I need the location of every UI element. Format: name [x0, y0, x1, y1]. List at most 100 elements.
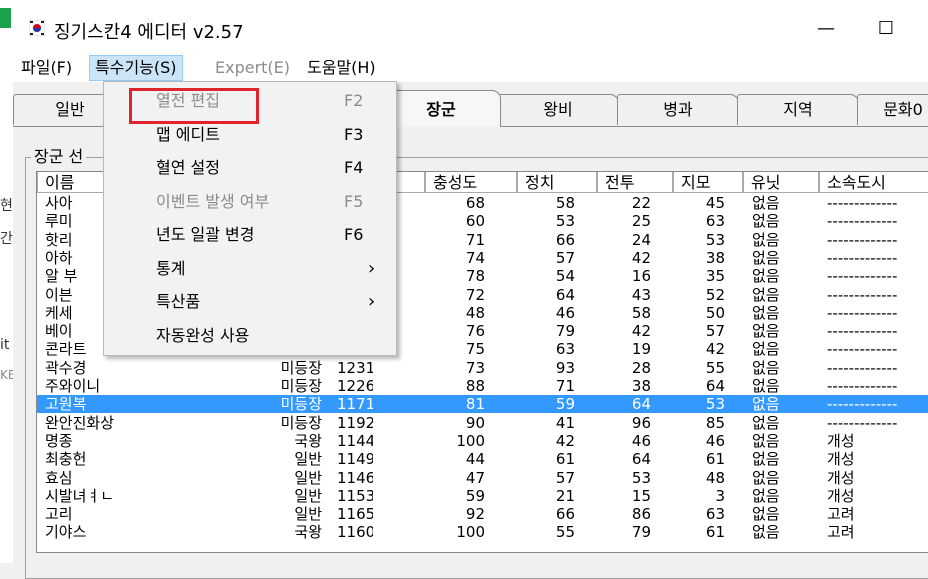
dropdown-item[interactable]: 자동완성 사용: [104, 319, 396, 352]
cell-politics: 93: [555, 358, 575, 377]
cell-battle: 19: [631, 340, 651, 359]
cell-unit: 없음: [752, 194, 780, 212]
cell-unit: 없음: [752, 303, 780, 322]
cell-battle: 64: [631, 395, 651, 414]
column-header-loyalty[interactable]: 충성도: [425, 172, 517, 193]
table-row[interactable]: 기야스 국왕 1160 100 55 79 61 없음 고려: [37, 523, 928, 541]
cell-loyalty: 100: [456, 431, 485, 450]
table-row[interactable]: 최충헌 일반 1149 44 61 64 61 없음 개성: [37, 450, 928, 468]
cell-wisdom: 45: [705, 194, 725, 212]
table-row[interactable]: 고리 일반 1165 92 66 86 63 없음 고려: [37, 505, 928, 523]
menu-file[interactable]: 파일(F): [16, 56, 77, 80]
menu-help[interactable]: 도움말(H): [302, 56, 381, 80]
menu-bar: 파일(F) 특수기능(S) Expert(E) 도움말(H): [13, 52, 928, 82]
dropdown-item-shortcut: F4: [344, 158, 364, 177]
table-row[interactable]: 고원복 미등장 1171 81 59 64 53 없음 -------------: [37, 395, 928, 414]
cell-battle: 25: [631, 212, 651, 231]
cell-politics: 64: [555, 285, 575, 304]
cell-unit: 없음: [752, 377, 780, 395]
cell-city: -------------: [827, 194, 898, 212]
tab-generals[interactable]: 장군: [381, 90, 501, 127]
title-bar: 징기스칸4 에디터 v2.57 — ☐: [13, 0, 928, 52]
cell-unit: 없음: [752, 358, 780, 377]
cell-name: 효심: [45, 468, 73, 487]
tab-troops[interactable]: 병과: [617, 94, 739, 125]
table-row[interactable]: 주와이니 미등장 1226 88 71 38 64 없음 -------------: [37, 377, 928, 395]
dropdown-item[interactable]: 이벤트 발생 여부 F5: [104, 185, 396, 218]
cell-politics: 57: [555, 468, 575, 487]
background-text: 현: [0, 198, 13, 214]
menu-expert[interactable]: Expert(E): [210, 56, 295, 80]
group-label: 장군 선: [31, 143, 87, 167]
cell-loyalty: 74: [465, 248, 485, 267]
cell-wisdom: 57: [705, 322, 725, 341]
cell-name: 곽수경: [45, 358, 87, 377]
cell-wisdom: 53: [705, 395, 725, 414]
cell-status: 미등장: [280, 413, 322, 432]
dropdown-item[interactable]: 년도 일괄 변경 F6: [104, 218, 396, 251]
cell-politics: 55: [555, 523, 575, 542]
cell-year: 1153: [337, 486, 373, 505]
cell-wisdom: 53: [705, 230, 725, 249]
dropdown-item-shortcut: F3: [344, 124, 364, 144]
cell-city: 고려: [827, 523, 855, 542]
table-row[interactable]: 명종 국왕 1144 100 42 46 46 없음 개성: [37, 432, 928, 450]
column-header-politics[interactable]: 정치: [517, 172, 597, 193]
tab-queens[interactable]: 왕비: [497, 94, 619, 125]
dropdown-item[interactable]: 특산품 ›: [104, 285, 396, 318]
cell-unit: 없음: [752, 267, 780, 286]
tab-culture[interactable]: 문화0: [857, 94, 928, 125]
cell-loyalty: 88: [465, 377, 485, 395]
column-header-wisdom[interactable]: 지모: [673, 172, 743, 193]
maximize-button[interactable]: ☐: [863, 14, 909, 44]
cell-politics: 66: [555, 505, 575, 524]
cell-year: 1165: [337, 505, 373, 524]
cell-unit: 없음: [752, 523, 780, 542]
cell-wisdom: 48: [705, 468, 725, 487]
cell-city: 개성: [827, 468, 855, 487]
cell-battle: 43: [631, 285, 651, 304]
cell-loyalty: 47: [465, 468, 485, 487]
cell-unit: 없음: [752, 395, 780, 414]
cell-loyalty: 59: [465, 486, 485, 505]
cell-battle: 42: [631, 248, 651, 267]
cell-name: 기야스: [45, 523, 87, 542]
cell-battle: 53: [631, 468, 651, 487]
table-row[interactable]: 효심 일반 1146 47 57 53 48 없음 개성: [37, 469, 928, 487]
cell-year: 1226: [337, 377, 373, 395]
table-row[interactable]: 완안진화상 미등장 1192 90 41 96 85 없음 -------------: [37, 414, 928, 432]
column-header-unit[interactable]: 유닛: [743, 172, 819, 193]
cell-politics: 54: [555, 267, 575, 286]
cell-loyalty: 75: [465, 340, 485, 359]
cell-status: 국왕: [294, 431, 322, 450]
minimize-button[interactable]: —: [803, 14, 849, 44]
cell-status: 일반: [294, 505, 322, 524]
cell-battle: 16: [631, 267, 651, 286]
dropdown-item[interactable]: 통계 ›: [104, 252, 396, 285]
table-row[interactable]: 곽수경 미등장 1231 73 93 28 55 없음 -------------: [37, 359, 928, 377]
column-header-battle[interactable]: 전투: [597, 172, 673, 193]
menu-special[interactable]: 특수기능(S): [89, 55, 183, 81]
dropdown-item[interactable]: 혈연 설정 F4: [104, 151, 396, 184]
cell-name: 시발녀ㅕㄴ: [45, 486, 115, 505]
cell-unit: 없음: [752, 505, 780, 524]
cell-politics: 53: [555, 212, 575, 231]
cell-battle: 24: [631, 230, 651, 249]
cell-wisdom: 52: [705, 285, 725, 304]
cell-wisdom: 35: [705, 267, 725, 286]
cell-battle: 28: [631, 358, 651, 377]
cell-loyalty: 60: [465, 212, 485, 231]
cell-status: 일반: [294, 468, 322, 487]
table-row[interactable]: 시발녀ㅕㄴ 일반 1153 59 21 15 3 없음 개성: [37, 487, 928, 505]
cell-name: 고원복: [45, 395, 87, 414]
cell-wisdom: 61: [705, 450, 725, 469]
cell-city: -------------: [827, 322, 898, 341]
maximize-icon: ☐: [877, 18, 895, 39]
cell-politics: 42: [555, 431, 575, 450]
column-header-city[interactable]: 소속도시: [819, 172, 928, 193]
cell-battle: 46: [631, 431, 651, 450]
tab-regions[interactable]: 지역: [737, 94, 859, 125]
cell-unit: 없음: [752, 468, 780, 487]
cell-politics: 46: [555, 303, 575, 322]
cell-battle: 96: [631, 413, 651, 432]
